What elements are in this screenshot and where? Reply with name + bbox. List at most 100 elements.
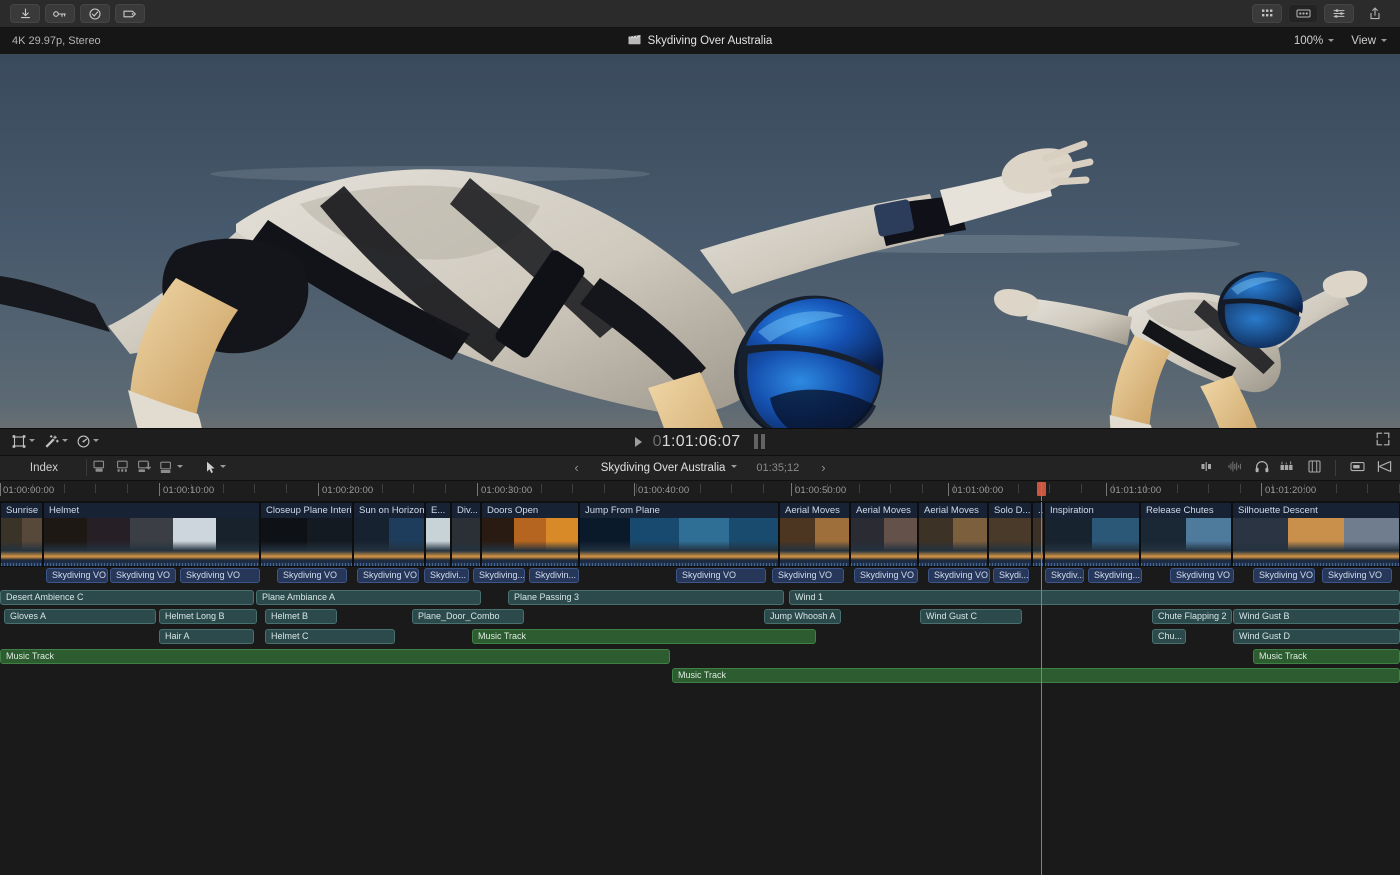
timeline-sfx-clip[interactable]: Gloves A (4, 609, 156, 624)
timeline-video-clip[interactable]: Helmet (43, 502, 260, 567)
timeline-sfx-clip[interactable]: Helmet C (265, 629, 395, 644)
clip-thumbnails (482, 518, 578, 560)
timeline-voiceover-clip[interactable]: Skydiving VO (1253, 568, 1315, 583)
rate-favorite-button[interactable] (80, 4, 110, 23)
effects-tool[interactable] (42, 435, 71, 449)
clip-thumbnail (989, 518, 1031, 560)
skimming-button[interactable] (1377, 460, 1392, 476)
settings-view-button[interactable] (1324, 4, 1354, 23)
retime-button[interactable] (115, 4, 145, 23)
timeline-sfx-clip[interactable]: Jump Whoosh A (764, 609, 841, 624)
next-project-button[interactable]: › (817, 460, 829, 475)
timeline-sfx-clip[interactable]: Plane_Door_Combo (412, 609, 524, 624)
clip-thumbnail (1186, 518, 1231, 560)
timeline-sfx-clip[interactable]: Hair A (159, 629, 254, 644)
timeline-voiceover-clip[interactable]: Skydiving VO (46, 568, 108, 583)
video-viewer[interactable] (0, 54, 1400, 428)
clip-thumbnail (546, 518, 578, 560)
timeline-index-label[interactable]: Index (8, 462, 80, 474)
timeline-voiceover-clip[interactable]: Skydiving VO (928, 568, 990, 583)
filmstrip-view-button[interactable] (1288, 4, 1318, 23)
import-media-button[interactable] (10, 4, 40, 23)
timeline-voiceover-clip[interactable]: Skydiving VO (180, 568, 260, 583)
share-button[interactable] (1360, 4, 1390, 23)
audio-meters-button[interactable] (1280, 461, 1297, 475)
filmstrip-small-icon[interactable] (1308, 460, 1321, 476)
timeline-video-clip[interactable]: Div... (451, 502, 481, 567)
timeline-video-clip[interactable]: E... (425, 502, 451, 567)
timeline-voiceover-clip[interactable]: Skydiving VO (772, 568, 844, 583)
viewer-timecode[interactable]: 01:01:06:07 (653, 433, 741, 451)
snapping-button[interactable] (1350, 460, 1366, 476)
timeline-video-clip[interactable]: Aerial Moves (918, 502, 988, 567)
append-button[interactable] (93, 460, 108, 476)
timeline-voiceover-clip[interactable]: Skydiving VO (277, 568, 347, 583)
timeline-music-clip[interactable]: Music Track (672, 668, 1400, 683)
timeline-music-clip[interactable]: Music Track (1253, 649, 1400, 664)
timeline-voiceover-clip[interactable]: Skydiving VO (1322, 568, 1392, 583)
clip-thumbnail (815, 518, 850, 560)
timeline-voiceover-clip[interactable]: Skydiving... (473, 568, 525, 583)
timeline-video-clip[interactable]: Aerial Moves (850, 502, 918, 567)
clip-thumbnails (989, 518, 1031, 560)
timeline-voiceover-clip[interactable]: Skydiving VO (110, 568, 176, 583)
ruler-tick (64, 484, 65, 493)
audio-waveform-button[interactable] (1228, 461, 1244, 475)
timeline-voiceover-clip[interactable]: Skydivi... (424, 568, 469, 583)
timeline-voiceover-clip[interactable]: Skydiving... (1088, 568, 1142, 583)
timeline-video-clip[interactable]: Silhouette Descent (1232, 502, 1400, 567)
timeline-voiceover-clip[interactable]: Skydiving VO (357, 568, 419, 583)
select-tool[interactable] (206, 461, 227, 474)
timeline-video-clip[interactable]: Release Chutes (1140, 502, 1232, 567)
timeline-sfx-clip[interactable]: Wind Gust C (920, 609, 1022, 624)
timeline-voiceover-clip[interactable]: Skydivin... (529, 568, 579, 583)
viewer-fullscreen-button[interactable] (1376, 432, 1390, 451)
timeline-voiceover-clip[interactable]: Skydi... (993, 568, 1029, 583)
clip-audio-waveform (1141, 560, 1231, 566)
timeline-project-name[interactable]: Skydiving Over Australia (601, 462, 739, 474)
timeline-ruler[interactable]: 01:00:00:0001:00:10:0001:00:20:0001:00:3… (0, 481, 1400, 502)
clip-appearance-button[interactable] (1201, 461, 1217, 475)
timeline-sfx-clip[interactable]: Wind 1 (789, 590, 1400, 605)
timeline-video-clip[interactable]: ... (1032, 502, 1044, 567)
timeline-video-clip[interactable]: Solo D... (988, 502, 1032, 567)
timeline-sfx-clip[interactable]: Plane Passing 3 (508, 590, 784, 605)
playhead[interactable] (1041, 502, 1042, 875)
previous-project-button[interactable]: ‹ (570, 460, 582, 475)
zoom-level-dropdown[interactable]: 100% (1294, 35, 1335, 47)
timeline-sfx-clip[interactable]: Plane Ambiance A (256, 590, 481, 605)
retime-tool[interactable] (75, 435, 102, 448)
timeline-voiceover-clip[interactable]: Skydiv... (1045, 568, 1084, 583)
timeline-video-clip[interactable]: Doors Open (481, 502, 579, 567)
clip-thumbnail (307, 518, 353, 560)
timeline-sfx-clip[interactable]: Chu... (1152, 629, 1186, 644)
timeline-sfx-clip[interactable]: Chute Flapping 2 (1152, 609, 1232, 624)
timeline-sfx-clip[interactable]: Helmet B (265, 609, 337, 624)
clip-name-label: Inspiration (1045, 503, 1139, 518)
timeline-music-clip[interactable]: Music Track (0, 649, 670, 664)
timeline-video-clip[interactable]: Sun on Horizon (353, 502, 425, 567)
timeline-sfx-clip[interactable]: Wind Gust D (1233, 629, 1400, 644)
timeline-video-clip[interactable]: Inspiration (1044, 502, 1140, 567)
timeline-music-clip[interactable]: Music Track (472, 629, 816, 644)
timeline-voiceover-clip[interactable]: Skydiving VO (854, 568, 918, 583)
timeline-video-clip[interactable]: Sunrise (0, 502, 43, 567)
timeline-video-clip[interactable]: Aerial Moves (779, 502, 850, 567)
timeline-video-clip[interactable]: Closeup Plane Interior (260, 502, 353, 567)
timeline-video-clip[interactable]: Jump From Plane (579, 502, 779, 567)
transform-tool[interactable] (10, 435, 38, 448)
timeline-sfx-clip[interactable]: Helmet Long B (159, 609, 257, 624)
timeline-voiceover-clip[interactable]: Skydiving VO (676, 568, 766, 583)
connect-button[interactable] (137, 460, 152, 476)
clip-thumbnails (261, 518, 352, 560)
audio-monitor-button[interactable] (1255, 460, 1269, 476)
insert-button[interactable] (115, 460, 130, 476)
browser-view-button[interactable] (1252, 4, 1282, 23)
keyword-button[interactable] (45, 4, 75, 23)
timeline-sfx-clip[interactable]: Wind Gust B (1233, 609, 1400, 624)
view-options-dropdown[interactable]: View (1351, 35, 1388, 47)
overwrite-button[interactable] (159, 461, 184, 474)
timeline-canvas[interactable]: SunriseHelmetCloseup Plane InteriorSun o… (0, 502, 1400, 875)
timeline-sfx-clip[interactable]: Desert Ambience C (0, 590, 254, 605)
timeline-voiceover-clip[interactable]: Skydiving VO (1170, 568, 1234, 583)
